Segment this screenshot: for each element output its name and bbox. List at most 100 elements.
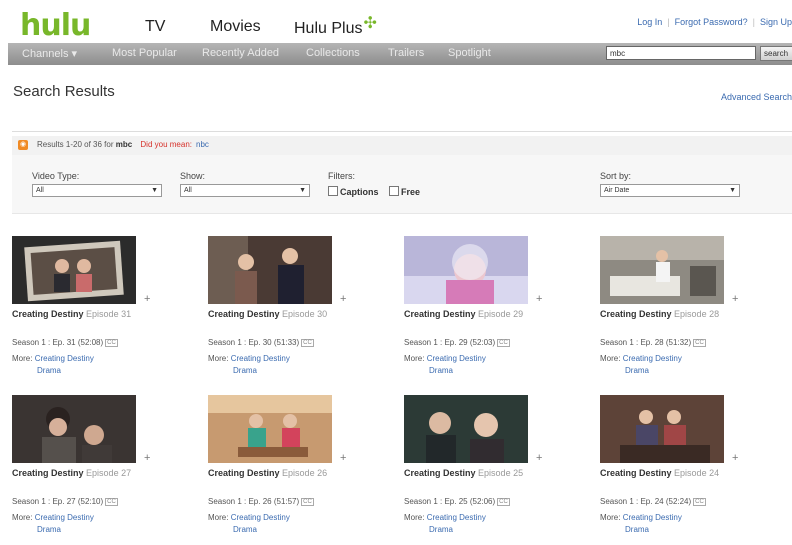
genre-link[interactable]: Drama — [600, 365, 682, 377]
add-to-queue-icon[interactable]: + — [732, 293, 738, 305]
search-button[interactable]: search — [760, 46, 792, 61]
more-links: More: Creating Destiny Drama — [404, 512, 486, 536]
show-link[interactable]: Creating Destiny — [623, 354, 682, 363]
chevron-down-icon: ▼ — [729, 187, 736, 194]
result-card: + Creating Destiny Episode 27 Season 1 : E… — [12, 395, 162, 545]
episode-thumbnail[interactable] — [404, 395, 528, 463]
episode-title[interactable]: Creating Destiny Episode 25 — [404, 467, 544, 480]
genre-link[interactable]: Drama — [12, 524, 94, 536]
show-name: Creating Destiny — [404, 468, 476, 478]
show-name: Creating Destiny — [208, 309, 280, 319]
did-you-mean-suggestion[interactable]: nbc — [196, 140, 209, 149]
show-name: Creating Destiny — [12, 468, 84, 478]
nav-most-popular[interactable]: Most Popular — [112, 47, 177, 59]
episode-thumbnail[interactable] — [208, 236, 332, 304]
show-link[interactable]: Creating Destiny — [427, 354, 486, 363]
episode-number: Episode 29 — [478, 309, 524, 319]
genre-link[interactable]: Drama — [12, 365, 94, 377]
add-to-queue-icon[interactable]: + — [144, 452, 150, 464]
more-label: More: — [208, 513, 229, 522]
nav-trailers[interactable]: Trailers — [388, 47, 424, 59]
result-card: + Creating Destiny Episode 28 Season 1 : E… — [600, 236, 750, 386]
episode-title[interactable]: Creating Destiny Episode 27 — [12, 467, 152, 480]
show-link[interactable]: Creating Destiny — [231, 513, 290, 522]
more-links: More: Creating Destiny Drama — [600, 353, 682, 377]
show-link[interactable]: Creating Destiny — [35, 513, 94, 522]
show-select[interactable]: All ▼ — [180, 184, 310, 197]
chevron-down-icon: ▼ — [299, 187, 306, 194]
episode-title[interactable]: Creating Destiny Episode 31 — [12, 308, 152, 321]
video-type-select[interactable]: All ▼ — [32, 184, 162, 197]
captions-checkbox[interactable]: Captions — [328, 186, 379, 197]
show-link[interactable]: Creating Destiny — [623, 513, 682, 522]
rss-icon[interactable]: ◉ — [18, 140, 28, 150]
closed-caption-icon: CC — [497, 498, 510, 506]
forgot-password-link[interactable]: Forgot Password? — [675, 17, 748, 27]
nav-tv[interactable]: TV — [145, 18, 165, 36]
more-label: More: — [208, 354, 229, 363]
closed-caption-icon: CC — [693, 339, 706, 347]
episode-thumbnail[interactable] — [208, 395, 332, 463]
add-to-queue-icon[interactable]: + — [340, 293, 346, 305]
season-episode-duration: Season 1 : Ep. 31 (52:08) — [12, 338, 104, 347]
show-link[interactable]: Creating Destiny — [231, 354, 290, 363]
video-type-value: All — [36, 187, 44, 194]
nav-spotlight[interactable]: Spotlight — [448, 47, 491, 59]
show-name: Creating Destiny — [404, 309, 476, 319]
closed-caption-icon: CC — [105, 498, 118, 506]
episode-title[interactable]: Creating Destiny Episode 28 — [600, 308, 740, 321]
filters-label: Filters: — [328, 171, 355, 181]
show-link[interactable]: Creating Destiny — [35, 354, 94, 363]
chevron-down-icon: ▼ — [151, 187, 158, 194]
signup-link[interactable]: Sign Up — [760, 17, 792, 27]
login-link[interactable]: Log In — [637, 17, 662, 27]
hulu-logo[interactable]: hulu — [20, 8, 91, 43]
add-to-queue-icon[interactable]: + — [536, 293, 542, 305]
closed-caption-icon: CC — [497, 339, 510, 347]
nav-movies[interactable]: Movies — [210, 18, 261, 36]
episode-thumbnail[interactable] — [12, 236, 136, 304]
results-summary-bar: ◉ Results 1-20 of 36 for mbc Did you mea… — [12, 136, 792, 155]
add-to-queue-icon[interactable]: + — [144, 293, 150, 305]
free-checkbox[interactable]: Free — [389, 186, 420, 197]
search-input[interactable]: mbc — [606, 46, 756, 60]
nav-channels[interactable]: Channels ▾ — [22, 47, 77, 60]
episode-title[interactable]: Creating Destiny Episode 26 — [208, 467, 348, 480]
show-link[interactable]: Creating Destiny — [427, 513, 486, 522]
genre-link[interactable]: Drama — [208, 365, 290, 377]
episode-number: Episode 30 — [282, 309, 328, 319]
episode-thumbnail[interactable] — [404, 236, 528, 304]
episode-thumbnail[interactable] — [600, 236, 724, 304]
sort-select[interactable]: Air Date ▼ — [600, 184, 740, 197]
episode-meta: Season 1 : Ep. 30 (51:33) CC — [208, 338, 314, 347]
add-to-queue-icon[interactable]: + — [732, 452, 738, 464]
episode-meta: Season 1 : Ep. 24 (52:24) CC — [600, 497, 706, 506]
nav-hulu-plus[interactable]: Hulu Plus✣ — [294, 15, 377, 38]
episode-title[interactable]: Creating Destiny Episode 29 — [404, 308, 544, 321]
genre-link[interactable]: Drama — [600, 524, 682, 536]
episode-thumbnail[interactable] — [12, 395, 136, 463]
results-query: mbc — [115, 140, 133, 149]
episode-thumbnail[interactable] — [600, 395, 724, 463]
page-title: Search Results — [13, 83, 115, 100]
nav-recently-added[interactable]: Recently Added — [202, 47, 279, 59]
season-episode-duration: Season 1 : Ep. 29 (52:03) — [404, 338, 496, 347]
show-name: Creating Destiny — [600, 309, 672, 319]
episode-title[interactable]: Creating Destiny Episode 24 — [600, 467, 740, 480]
show-value: All — [184, 187, 192, 194]
more-links: More: Creating Destiny Drama — [12, 512, 94, 536]
checkbox-icon — [389, 186, 399, 196]
add-to-queue-icon[interactable]: + — [536, 452, 542, 464]
episode-title[interactable]: Creating Destiny Episode 30 — [208, 308, 348, 321]
captions-label: Captions — [340, 187, 379, 197]
genre-link[interactable]: Drama — [404, 524, 486, 536]
closed-caption-icon: CC — [301, 339, 314, 347]
season-episode-duration: Season 1 : Ep. 27 (52:10) — [12, 497, 104, 506]
show-label: Show: — [180, 171, 206, 181]
result-card: + Creating Destiny Episode 26 Season 1 : E… — [208, 395, 358, 545]
add-to-queue-icon[interactable]: + — [340, 452, 346, 464]
genre-link[interactable]: Drama — [208, 524, 290, 536]
nav-collections[interactable]: Collections — [306, 47, 360, 59]
genre-link[interactable]: Drama — [404, 365, 486, 377]
advanced-search-link[interactable]: Advanced Search — [721, 92, 792, 102]
